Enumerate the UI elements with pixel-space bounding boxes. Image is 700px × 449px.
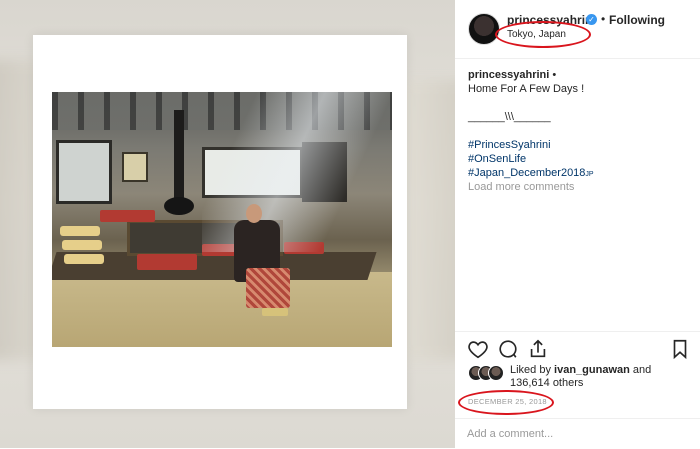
- verified-badge-icon: ✓: [586, 14, 597, 25]
- post-header: princessyahrini ✓ • Following Tokyo, Jap…: [455, 0, 700, 59]
- post-caption: princessyahrini • Home For A Few Days ! …: [468, 68, 688, 182]
- post-actions-bar: [455, 331, 700, 366]
- following-button[interactable]: Following: [609, 13, 665, 27]
- share-icon[interactable]: [527, 338, 549, 360]
- liker-avatar[interactable]: [488, 365, 504, 381]
- caption-line-2: ______\\\______: [468, 111, 551, 123]
- photo-red-cushion: [100, 210, 155, 222]
- photo-red-cushion: [137, 254, 197, 270]
- background-blur-right: [400, 80, 455, 360]
- date-annotation-circle: [458, 390, 554, 415]
- caption-hashtags: #PrincesSyahrini #OnSenLife #Japan_Decem…: [468, 138, 688, 182]
- location-annotation-circle: [495, 21, 591, 48]
- photo-kettle: [164, 197, 194, 215]
- avatar[interactable]: [468, 13, 500, 45]
- likes-conjunction: and: [632, 364, 652, 376]
- photo-light-beam: [202, 92, 392, 252]
- comment-input[interactable]: [467, 426, 667, 442]
- header-separator: •: [601, 12, 606, 26]
- heart-icon[interactable]: [467, 338, 489, 360]
- flag-suffix: JP: [585, 171, 594, 178]
- photo-yellow-cushion: [62, 240, 102, 250]
- photo-hanging-scroll: [122, 152, 148, 182]
- liker-username-link[interactable]: ivan_gunawan: [554, 364, 630, 376]
- photo-person-kimono: [246, 268, 290, 308]
- photo-person-sandals: [262, 308, 288, 316]
- photo-floor: [52, 272, 392, 347]
- load-more-comments-link[interactable]: Load more comments: [468, 181, 574, 193]
- likes-count-link[interactable]: 136,614 others: [510, 377, 583, 389]
- comment-icon[interactable]: [497, 338, 519, 360]
- photo-yellow-cushion: [60, 226, 100, 236]
- likes-line-1: Liked by ivan_gunawan and: [510, 364, 651, 376]
- comment-box: [455, 418, 700, 449]
- hashtag-link[interactable]: #PrincesSyahrini: [468, 138, 688, 152]
- photo-hearth-hook: [174, 110, 184, 210]
- photo-window-left: [56, 140, 112, 204]
- photo-yellow-cushion: [64, 254, 104, 264]
- caption-line-1: Home For A Few Days !: [468, 83, 585, 95]
- likes-prefix: Liked by: [510, 364, 551, 376]
- hashtag-link[interactable]: #Japan_December2018: [468, 167, 585, 179]
- hashtag-link[interactable]: #OnSenLife: [468, 152, 688, 166]
- post-media-area: [0, 0, 455, 448]
- post-side-panel: princessyahrini ✓ • Following Tokyo, Jap…: [455, 0, 700, 448]
- photo-person-head: [246, 204, 262, 223]
- caption-username[interactable]: princessyahrini: [468, 69, 549, 81]
- caption-separator: •: [552, 69, 557, 81]
- bookmark-icon[interactable]: [669, 338, 691, 360]
- post-photo[interactable]: [52, 92, 392, 347]
